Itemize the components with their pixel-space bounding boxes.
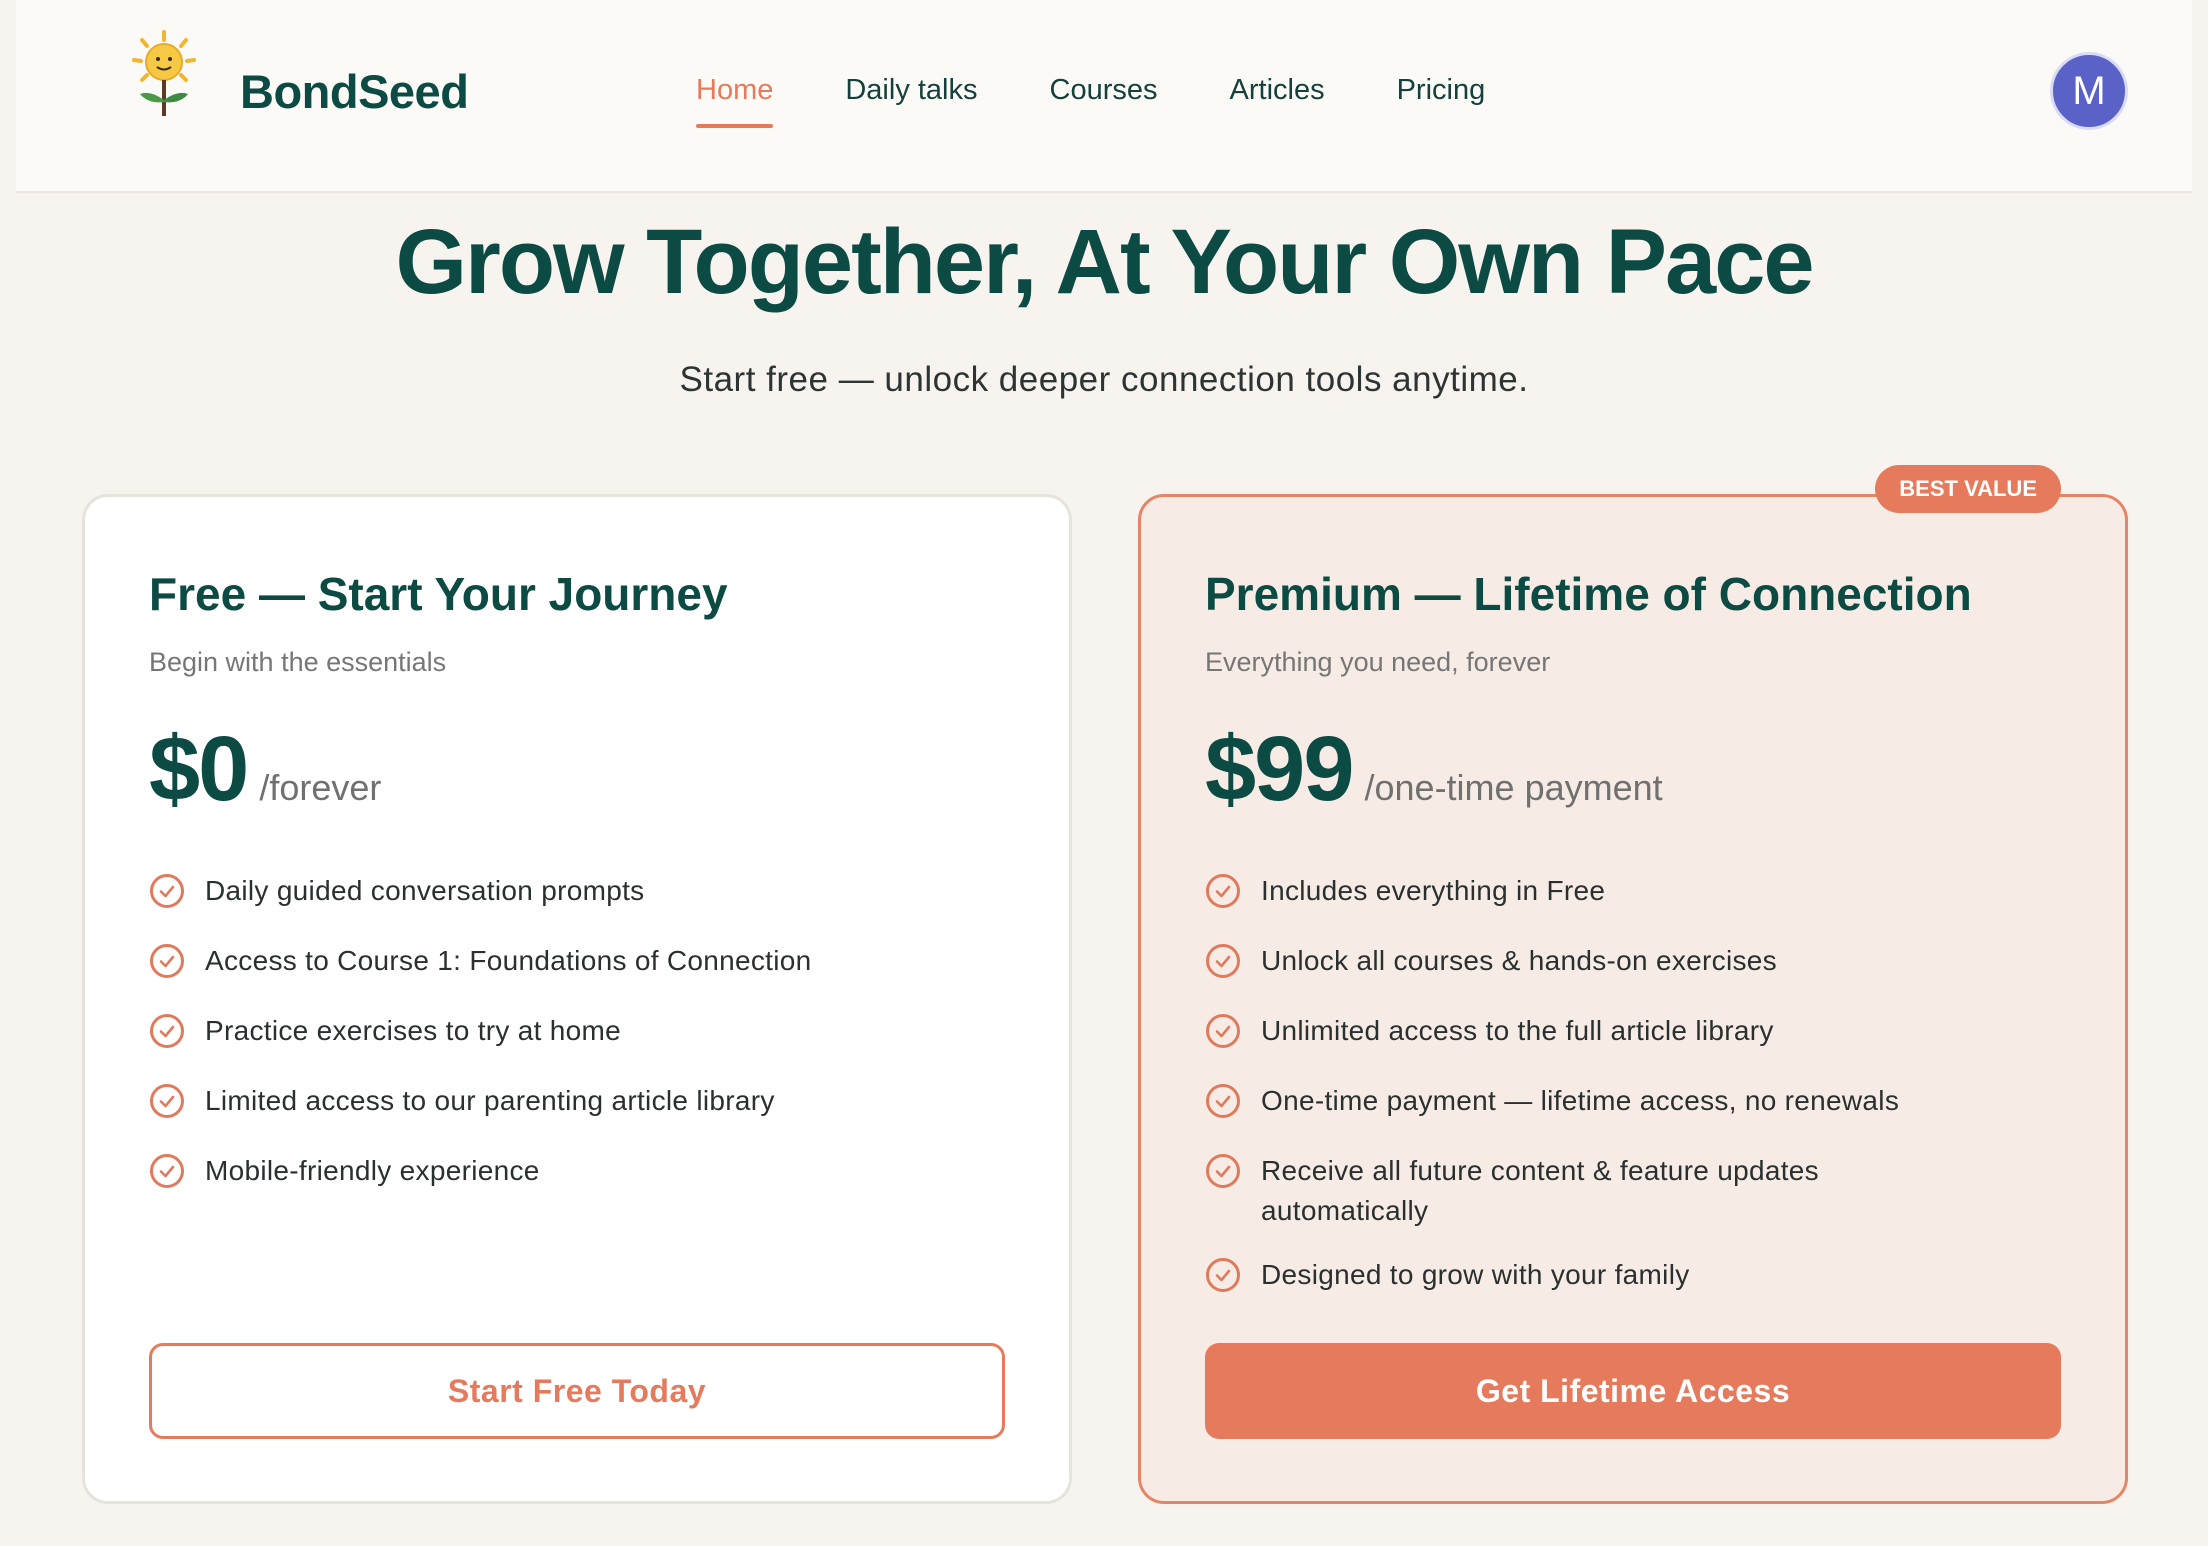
feature-text: Unlimited access to the full article lib… (1261, 1015, 1774, 1046)
feature-item: Access to Course 1: Foundations of Conne… (149, 941, 1009, 981)
nav-courses[interactable]: Courses (1050, 70, 1158, 110)
feature-text: Unlock all courses & hands-on exercises (1261, 945, 1777, 976)
check-circle-icon (1206, 1154, 1240, 1188)
main-nav: Home Daily talks Courses Articles Pricin… (696, 70, 1557, 128)
feature-text: Includes everything in Free (1261, 875, 1606, 906)
start-free-button[interactable]: Start Free Today (149, 1343, 1005, 1439)
nav-daily-talks[interactable]: Daily talks (845, 70, 977, 110)
feature-item: Unlock all courses & hands-on exercises (1205, 941, 2065, 981)
plan-title: Free — Start Your Journey (149, 568, 728, 620)
feature-text: Receive all future content & feature upd… (1261, 1155, 1819, 1226)
user-avatar[interactable]: M (2050, 52, 2128, 130)
check-circle-icon (1206, 874, 1240, 908)
page-title: Grow Together, At Your Own Pace (395, 211, 1814, 313)
plan-period: /forever (259, 767, 382, 808)
check-circle-icon (1206, 1258, 1240, 1292)
feature-item: Includes everything in Free (1205, 871, 2065, 911)
check-circle-icon (150, 1154, 184, 1188)
feature-text: Designed to grow with your family (1261, 1259, 1690, 1290)
brand-name[interactable]: BondSeed (240, 64, 469, 119)
feature-text: Daily guided conversation prompts (205, 875, 645, 906)
check-circle-icon (1206, 944, 1240, 978)
plan-subtitle: Begin with the essentials (149, 647, 447, 677)
check-circle-icon (150, 874, 184, 908)
free-plan-card: Free — Start Your Journey Begin with the… (82, 494, 1072, 1504)
feature-list: Daily guided conversation prompts Access… (149, 871, 1009, 1221)
feature-text: Practice exercises to try at home (205, 1015, 622, 1046)
check-circle-icon (1206, 1014, 1240, 1048)
feature-item: Limited access to our parenting article … (149, 1081, 1009, 1121)
page-subtitle: Start free — unlock deeper connection to… (679, 360, 1529, 399)
plan-price: $0 (149, 718, 249, 820)
plan-price: $99 (1205, 718, 1354, 820)
nav-home[interactable]: Home (696, 70, 774, 128)
plan-title: Premium — Lifetime of Connection (1205, 568, 1972, 620)
premium-plan-card: BEST VALUE Premium — Lifetime of Connect… (1138, 465, 2128, 1504)
plan-subtitle: Everything you need, forever (1205, 647, 1551, 677)
nav-pricing[interactable]: Pricing (1397, 70, 1486, 110)
feature-item: Practice exercises to try at home (149, 1011, 1009, 1051)
feature-item: Daily guided conversation prompts (149, 871, 1009, 911)
check-circle-icon (150, 1014, 184, 1048)
feature-item: Receive all future content & feature upd… (1205, 1151, 2065, 1231)
get-lifetime-access-button[interactable]: Get Lifetime Access (1205, 1343, 2061, 1439)
feature-text: Mobile-friendly experience (205, 1155, 540, 1186)
feature-item: Designed to grow with your family (1205, 1255, 2065, 1295)
feature-text: Limited access to our parenting article … (205, 1085, 775, 1116)
feature-text: Access to Course 1: Foundations of Conne… (205, 945, 812, 976)
feature-item: Unlimited access to the full article lib… (1205, 1011, 2065, 1051)
check-circle-icon (150, 944, 184, 978)
check-circle-icon (1206, 1084, 1240, 1118)
price-row: $99 /one-time payment (1205, 717, 1663, 822)
check-circle-icon (150, 1084, 184, 1118)
site-header: BondSeed Home Daily talks Courses Articl… (16, 0, 2192, 193)
plan-period: /one-time payment (1364, 767, 1663, 808)
best-value-badge: BEST VALUE (1875, 465, 2061, 513)
nav-articles[interactable]: Articles (1230, 70, 1325, 110)
feature-item: One-time payment — lifetime access, no r… (1205, 1081, 2065, 1121)
feature-text: One-time payment — lifetime access, no r… (1261, 1085, 1900, 1116)
price-row: $0 /forever (149, 717, 381, 822)
feature-list: Includes everything in Free Unlock all c… (1205, 871, 2065, 1325)
sunflower-logo-icon[interactable] (116, 30, 212, 118)
feature-item: Mobile-friendly experience (149, 1151, 1009, 1191)
